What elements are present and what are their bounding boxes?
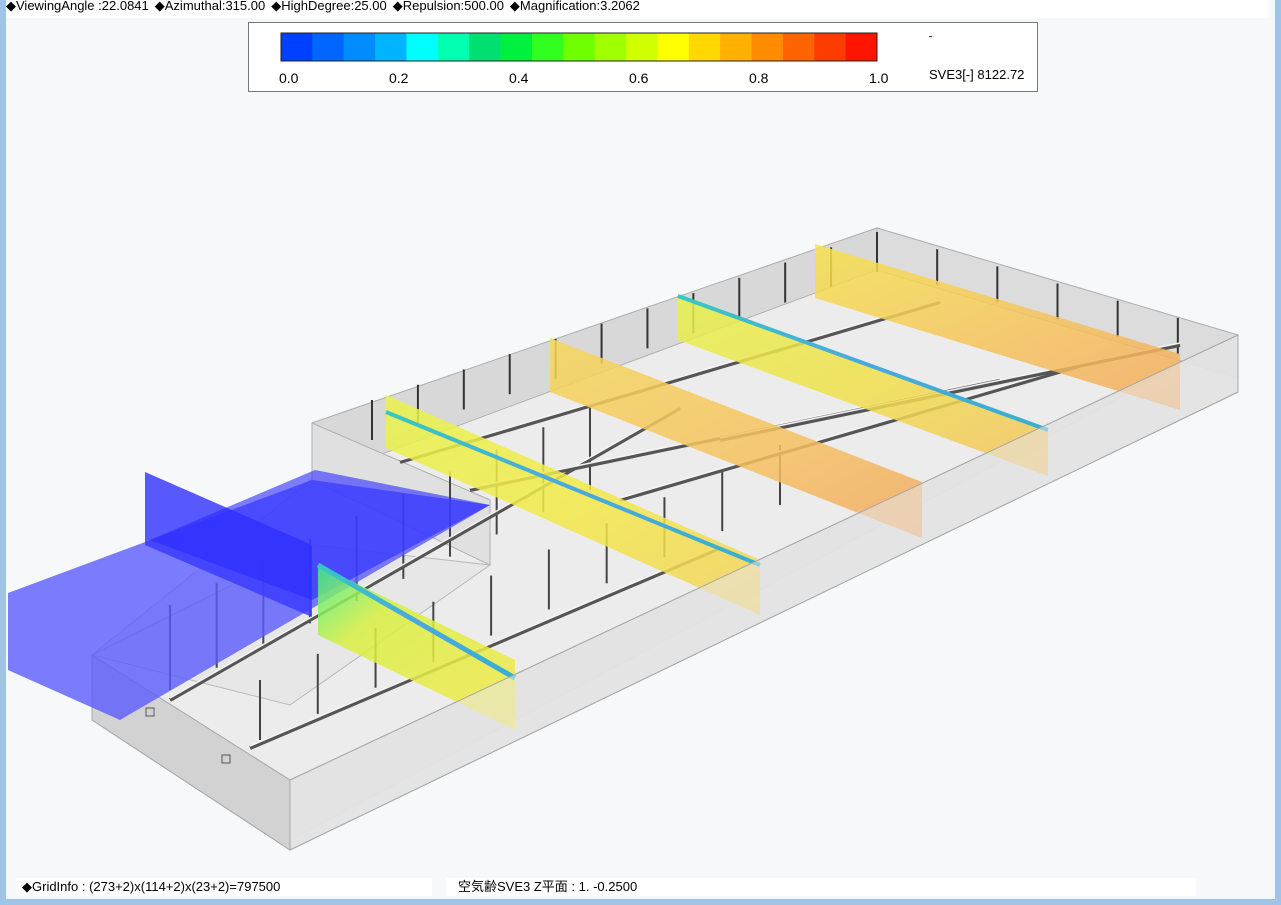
plane-info-text: 空気齢SVE3 Z平面 : 1. -0.2500 — [458, 879, 638, 894]
grid-info-panel: ◆GridInfo : (273+2)x(114+2)x(23+2)=79750… — [16, 878, 432, 896]
simulation-viewport[interactable] — [0, 0, 1281, 905]
grid-info-text: ◆GridInfo : (273+2)x(114+2)x(23+2)=79750… — [22, 879, 281, 894]
plane-info-panel: 空気齢SVE3 Z平面 : 1. -0.2500 — [446, 878, 1196, 896]
